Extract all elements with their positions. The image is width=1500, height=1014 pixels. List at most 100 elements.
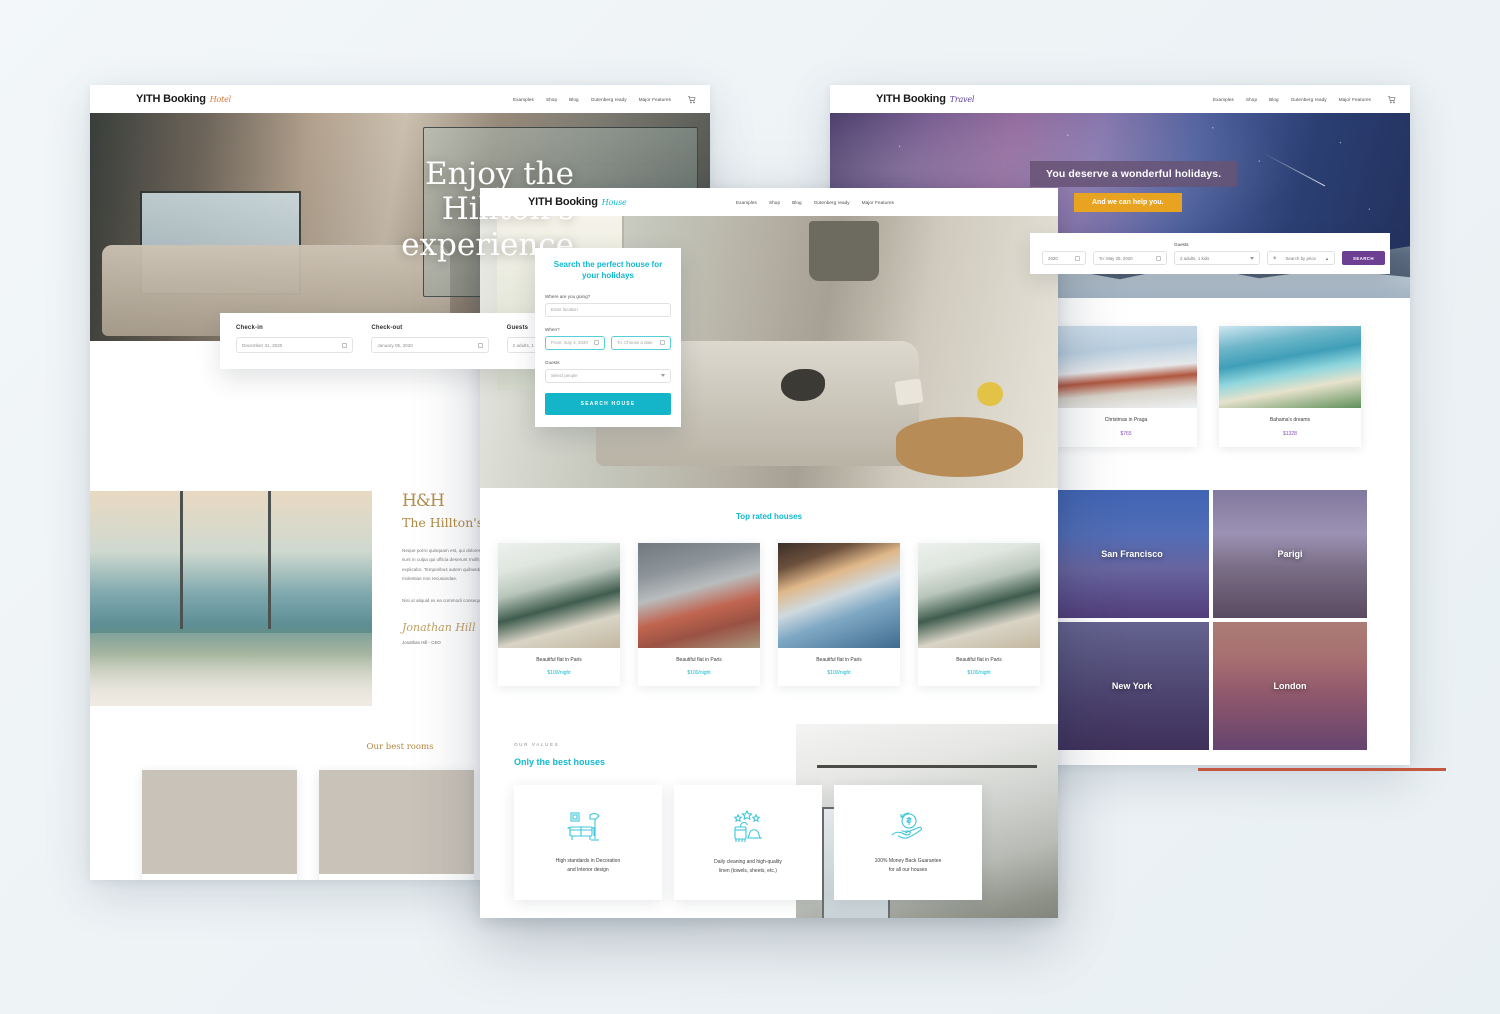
checkout-value: January 05, 2020 (377, 342, 413, 348)
house-price: $100/night (547, 670, 571, 676)
chevron-down-icon (661, 374, 665, 378)
location-placeholder: Enter location (551, 307, 578, 313)
nav-item-gutenberg-ready[interactable]: Gutenberg ready (591, 97, 627, 102)
chevron-up-icon: ▲ (1325, 255, 1329, 261)
house-photo (638, 543, 760, 648)
nav-item-shop[interactable]: Shop (546, 97, 557, 102)
hotel-brand-logo[interactable]: YITH Booking Hotel (136, 93, 231, 105)
nav-item-examples[interactable]: Examples (736, 200, 757, 205)
house-form-title: Search the perfect house for your holida… (545, 260, 671, 282)
brand-variant: Hotel (209, 95, 232, 104)
date-range-group[interactable]: From: may 4, 2020 To: Choose a date (545, 335, 671, 350)
value-card-money-back[interactable]: 100% Money Back Guarantee for all our ho… (834, 785, 982, 900)
trip-card[interactable]: Bahama's dreams $1328 (1219, 326, 1361, 447)
checkout-input[interactable]: January 05, 2020 (371, 337, 489, 353)
travel-price-field[interactable]: ◈ Search by price ▲ (1267, 242, 1335, 265)
travel-brand-logo[interactable]: YITH Booking Travel (876, 93, 974, 105)
trip-price: $1328 (1283, 431, 1297, 437)
checkin-label: Check-in (236, 325, 263, 331)
location-input[interactable]: Enter location (545, 302, 671, 317)
house-title: Beautiful flat in Paris (536, 657, 582, 663)
cleaning-bucket-stars-icon (726, 810, 770, 844)
ceiling-beam-decoration (816, 765, 1038, 769)
nav-item-blog[interactable]: Blog (569, 97, 579, 102)
guests-select[interactable]: Select people (545, 368, 671, 383)
house-card[interactable]: Beautiful flat in Paris $100/night (638, 543, 760, 686)
travel-date-from-value: 2020 (1048, 255, 1058, 261)
room-card[interactable]: Beautiful flat in Paris $100/night (319, 770, 474, 880)
hotel-nav[interactable]: Examples Shop Blog Gutenberg ready Major… (513, 95, 696, 104)
checkin-input[interactable]: December 31, 2020 (236, 337, 354, 353)
travel-search-button[interactable]: SEARCH (1342, 251, 1385, 265)
house-site-window[interactable]: YITH Booking House Examples Shop Blog Gu… (480, 188, 1058, 918)
city-label: Parigi (1277, 549, 1303, 559)
room-title: Beautiful flat in Paris (142, 874, 297, 880)
nav-item-examples[interactable]: Examples (513, 97, 534, 102)
top-rated-list: Beautiful flat in Paris $100/night Beaut… (480, 543, 1058, 686)
value-card-text: 100% Money Back Guarantee for all our ho… (875, 857, 942, 874)
guests-label: Guests (545, 359, 560, 365)
travel-guests-field[interactable]: Guests 2 adults, 1 kids (1174, 242, 1260, 265)
nav-item-shop[interactable]: Shop (769, 200, 780, 205)
city-tile-london[interactable]: London (1213, 622, 1367, 750)
travel-date-from-field[interactable]: 2020 (1042, 242, 1086, 265)
room-card[interactable]: Beautiful flat in Paris $100/night (142, 770, 297, 880)
date-to-input[interactable]: To: Choose a date (611, 335, 671, 350)
date-from-input[interactable]: From: may 4, 2020 (545, 335, 605, 350)
brand-variant: House (601, 198, 627, 207)
house-price: $100/night (967, 670, 991, 676)
house-title: Beautiful flat in Paris (676, 657, 722, 663)
house-brand-logo[interactable]: YITH Booking House (528, 196, 627, 208)
nav-item-shop[interactable]: Shop (1246, 97, 1257, 102)
calendar-icon (342, 342, 348, 348)
nav-item-major-features[interactable]: Major Features (639, 97, 671, 102)
house-card[interactable]: Beautiful flat in Paris $100/night (918, 543, 1040, 686)
shopping-cart-icon[interactable] (1387, 95, 1396, 104)
search-house-button[interactable]: SEARCH HOUSE (545, 392, 671, 415)
house-title: Beautiful flat in Paris (956, 657, 1002, 663)
value-text-line-2: and Interior design (567, 866, 609, 873)
travel-headline: You deserve a wonderful holidays. (1030, 161, 1238, 187)
travel-subline: And we can help you. (1074, 193, 1182, 212)
city-tile-parigi[interactable]: Parigi (1213, 490, 1367, 618)
nav-item-major-features[interactable]: Major Features (862, 200, 894, 205)
value-text-line-1: Daily cleaning and high-quality (714, 859, 782, 865)
city-label: London (1273, 681, 1307, 691)
house-search-form[interactable]: Search the perfect house for your holida… (535, 248, 681, 427)
checkin-field[interactable]: Check-in December 31, 2020 (236, 325, 354, 353)
city-grid: San Francisco Parigi New York London (1055, 490, 1367, 750)
house-photo (778, 543, 900, 648)
nav-item-gutenberg-ready[interactable]: Gutenberg ready (1291, 97, 1327, 102)
nav-item-blog[interactable]: Blog (1269, 97, 1279, 102)
nav-item-gutenberg-ready[interactable]: Gutenberg ready (814, 200, 850, 205)
nav-item-blog[interactable]: Blog (792, 200, 802, 205)
value-card-decoration[interactable]: High standards in Decoration and Interio… (514, 785, 662, 900)
checkout-field[interactable]: Check-out January 05, 2020 (371, 325, 489, 353)
brand-variant: Travel (949, 95, 975, 104)
house-card[interactable]: Beautiful flat in Paris $100/night (778, 543, 900, 686)
room-title: Beautiful flat in Paris (319, 874, 474, 880)
value-text-line-2: linen (towels, sheets, etc.) (719, 867, 777, 874)
hero-title-line-3: experience (401, 226, 574, 263)
house-nav[interactable]: Examples Shop Blog Gutenberg ready Major… (736, 200, 1044, 205)
location-label: Where are you going? (545, 293, 591, 299)
shopping-cart-icon[interactable] (687, 95, 696, 104)
value-card-cleaning[interactable]: Daily cleaning and high-quality linen (t… (674, 785, 822, 900)
nav-item-major-features[interactable]: Major Features (1339, 97, 1371, 102)
hero-pillow-decoration (894, 377, 924, 406)
top-rated-heading: Top rated houses (735, 512, 803, 521)
house-card[interactable]: Beautiful flat in Paris $100/night (498, 543, 620, 686)
travel-hero-text: You deserve a wonderful holidays. And we… (1030, 161, 1238, 212)
date-from-value: From: may 4, 2020 (551, 340, 588, 346)
house-header: YITH Booking House Examples Shop Blog Gu… (480, 188, 1058, 216)
trip-card[interactable]: Christmas in Praga $765 (1055, 326, 1197, 447)
nav-item-examples[interactable]: Examples (1213, 97, 1234, 102)
travel-nav[interactable]: Examples Shop Blog Gutenberg ready Major… (1213, 95, 1396, 104)
tag-icon: ◈ (1273, 255, 1277, 260)
when-label: When? (545, 326, 560, 332)
travel-date-to-field[interactable]: To: May 25, 2020 (1093, 242, 1167, 265)
city-tile-san-francisco[interactable]: San Francisco (1055, 490, 1209, 618)
city-tile-new-york[interactable]: New York (1055, 622, 1209, 750)
travel-search-bar[interactable]: 2020 To: May 25, 2020 Guests 2 adults, 1… (1030, 233, 1390, 274)
house-price: $100/night (687, 670, 711, 676)
